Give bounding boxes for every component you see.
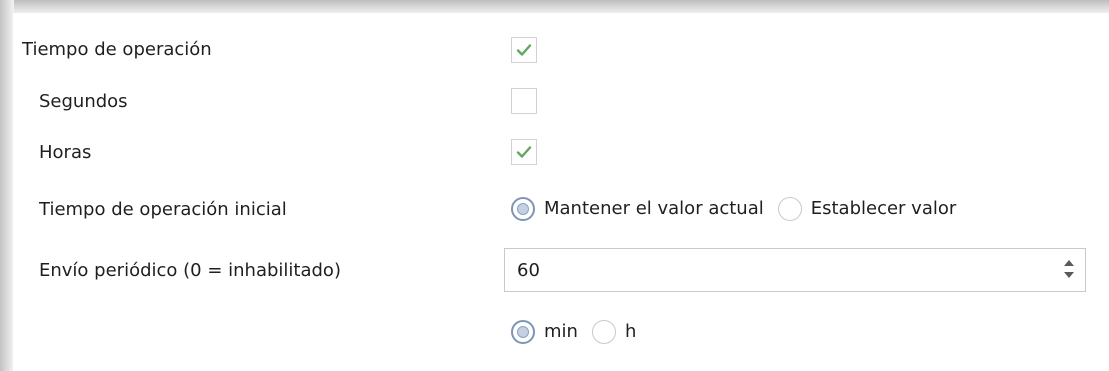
periodic-send-label: Envío periódico (0 = inhabilitado) xyxy=(39,260,341,281)
settings-panel xyxy=(13,13,1109,371)
periodic-send-input[interactable] xyxy=(517,258,1037,282)
radio-selected-indicator[interactable] xyxy=(511,320,535,344)
radio-keep-current-value[interactable]: Mantener el valor actual xyxy=(511,197,764,221)
unit-radio-group: min h xyxy=(511,320,650,344)
radio-unselected-indicator[interactable] xyxy=(777,197,802,221)
seconds-checkbox[interactable] xyxy=(511,88,537,114)
checkmark-icon xyxy=(516,146,532,158)
radio-set-value[interactable]: Establecer valor xyxy=(777,197,957,221)
radio-label: Mantener el valor actual xyxy=(544,198,764,219)
radio-dot xyxy=(517,326,529,338)
radio-unit-h[interactable]: h xyxy=(591,320,637,344)
spin-buttons[interactable] xyxy=(1063,260,1075,282)
chevron-down-icon[interactable] xyxy=(1064,272,1074,278)
radio-selected-indicator[interactable] xyxy=(511,197,535,221)
periodic-send-spinbox[interactable] xyxy=(504,248,1086,292)
radio-label: min xyxy=(544,321,578,342)
window-top-shadow xyxy=(0,0,1109,14)
hours-checkbox[interactable] xyxy=(511,139,537,165)
operation-time-label: Tiempo de operación xyxy=(22,39,212,60)
initial-time-radio-group: Mantener el valor actual Establecer valo… xyxy=(511,197,970,221)
radio-label: h xyxy=(624,321,637,342)
radio-label: Establecer valor xyxy=(810,198,957,219)
radio-unselected-indicator[interactable] xyxy=(591,320,616,344)
chevron-up-icon[interactable] xyxy=(1064,260,1074,266)
radio-unit-min[interactable]: min xyxy=(511,320,578,344)
window-left-shadow xyxy=(0,0,14,371)
radio-dot xyxy=(517,203,529,215)
operation-time-checkbox[interactable] xyxy=(511,37,537,63)
hours-label: Horas xyxy=(39,142,92,163)
checkmark-icon xyxy=(516,44,532,56)
initial-time-label: Tiempo de operación inicial xyxy=(39,199,287,220)
seconds-label: Segundos xyxy=(39,91,128,112)
